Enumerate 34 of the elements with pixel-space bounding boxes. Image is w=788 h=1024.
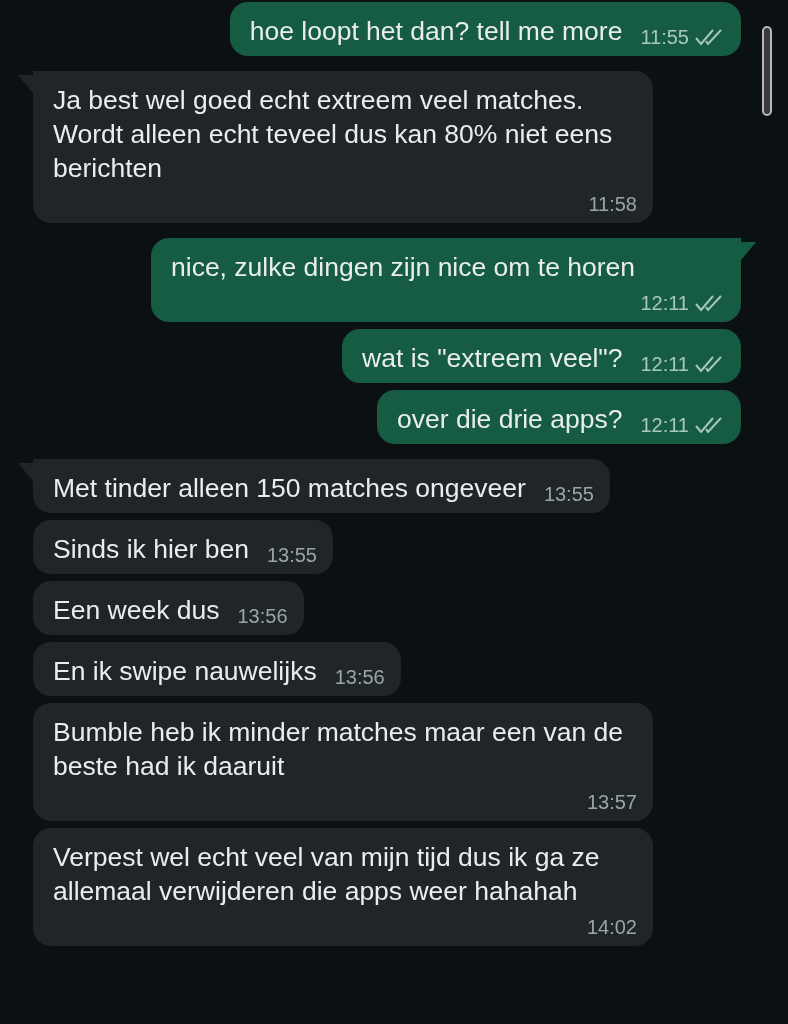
incoming-message-bubble[interactable]: Ja best wel goed echt extreem veel matches. Wordt alleen echt teveel dus kan 80% niet eens berichten 11:58 [33,71,653,223]
message-text: Sinds ik hier ben [53,533,249,566]
message-time: 11:55 [640,25,689,50]
message-text: En ik swipe nauwelijks [53,655,317,688]
incoming-message-bubble[interactable]: Sinds ik hier ben 13:55 [33,520,333,574]
incoming-message-bubble[interactable]: Een week dus 13:56 [33,581,304,635]
incoming-message-bubble[interactable]: Met tinder alleen 150 matches ongeveer 13:55 [33,459,610,513]
outgoing-message-bubble[interactable]: over die drie apps? 12:11 [377,390,741,444]
message-text: Bumble heb ik minder matches maar een van de beste had ik daaruit [53,716,625,783]
incoming-message-bubble[interactable]: Bumble heb ik minder matches maar een van de beste had ik daaruit 13:57 [33,703,653,821]
outgoing-message-bubble[interactable]: wat is "extreem veel"? 12:11 [342,329,741,383]
message-text: Verpest wel echt veel van mijn tijd dus ik ga ze allemaal verwijderen die apps weer hahahah [53,841,601,908]
message-time: 13:55 [543,482,594,507]
incoming-message-bubble[interactable]: Verpest wel echt veel van mijn tijd dus ik ga ze allemaal verwijderen die apps weer hahahah 14:02 [33,828,653,946]
message-time: 13:55 [266,543,317,568]
message-text: wat is "extreem veel"? [362,342,623,375]
message-time: 12:11 [640,291,689,316]
message-time: 11:58 [588,192,637,217]
scrollbar[interactable] [762,26,772,116]
message-text: nice, zulke dingen zijn nice om te horen [171,251,636,284]
message-text: Ja best wel goed echt extreem veel matches. Wordt alleen echt teveel dus kan 80% niet eens berichten [53,84,614,185]
message-time: 13:56 [334,665,385,690]
message-time: 12:11 [640,413,689,438]
outgoing-message-bubble[interactable]: nice, zulke dingen zijn nice om te horen 12:11 [151,238,741,322]
outgoing-message-bubble[interactable]: hoe loopt het dan? tell me more 11:55 [229,2,741,56]
message-time: 12:11 [640,352,689,377]
message-text: Met tinder alleen 150 matches ongeveer [53,472,526,505]
message-time: 13:56 [237,604,288,629]
message-time: 13:57 [586,790,637,815]
message-text: over die drie apps? [397,403,623,436]
message-time: 14:02 [586,915,637,940]
incoming-message-bubble[interactable]: En ik swipe nauwelijks 13:56 [33,642,401,696]
message-text: Een week dus [53,594,220,627]
message-text: hoe loopt het dan? tell me more [249,15,623,48]
